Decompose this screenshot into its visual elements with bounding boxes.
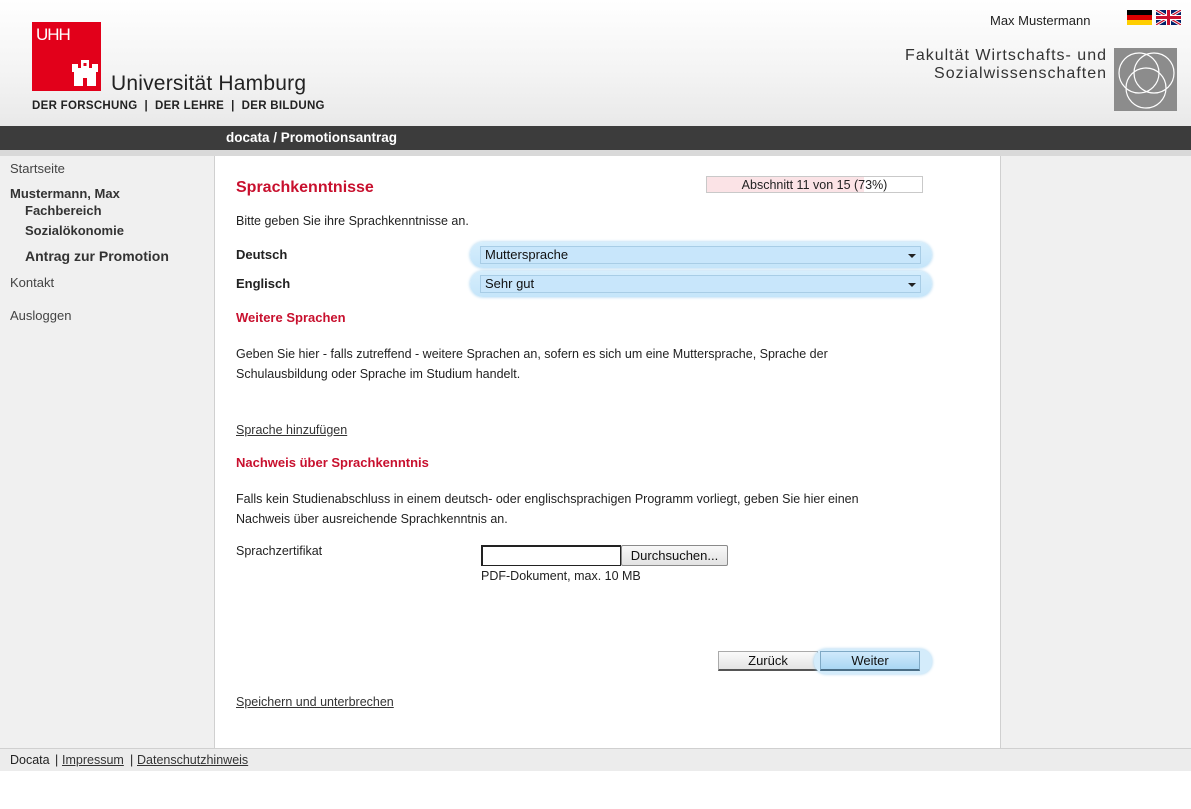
right-panel: [1000, 156, 1191, 748]
university-logo[interactable]: UHH: [32, 22, 101, 91]
sidebar-item-application[interactable]: Antrag zur Promotion: [25, 248, 169, 264]
english-level-value: Sehr gut: [485, 276, 535, 291]
sidebar-user-name: Mustermann, Max: [10, 186, 120, 201]
faculty-line-2: Sozialwissenschaften: [934, 65, 1107, 82]
footer-separator: |: [130, 753, 134, 767]
castle-icon: [72, 60, 98, 86]
certificate-label: Sprachzertifikat: [236, 544, 323, 558]
main-content: Sprachkenntnisse Abschnitt 11 von 15 (73…: [216, 156, 1000, 748]
faculty-line-1: Fakultät Wirtschafts- und: [905, 47, 1107, 64]
intro-text: Bitte geben Sie ihre Sprachkenntnisse an…: [236, 214, 469, 228]
sidebar-department: Sozialökonomie: [25, 223, 124, 238]
site-header: UHH Universität Hamburg DER FORSCHUNG | …: [0, 0, 1191, 126]
sidebar-item-logout[interactable]: Ausloggen: [10, 308, 71, 323]
section-heading-language-proof: Nachweis über Sprachkenntnis: [236, 455, 429, 470]
faculty-logo-icon[interactable]: [1114, 48, 1177, 111]
footer-separator: |: [55, 753, 59, 767]
sidebar-item-contact[interactable]: Kontakt: [10, 275, 54, 290]
next-button[interactable]: Weiter: [820, 651, 920, 671]
language-label-german: Deutsch: [236, 247, 288, 262]
footer-brand: Docata: [10, 753, 50, 767]
title-bar: docata / Promotionsantrag: [0, 126, 1191, 150]
footer-privacy-link[interactable]: Datenschutzhinweis: [137, 753, 248, 767]
chevron-down-icon: [908, 254, 916, 258]
footer: Docata | Impressum | Datenschutzhinweis: [0, 748, 1191, 771]
back-button[interactable]: Zurück: [718, 651, 818, 671]
proof-text-2: Nachweis über ausreichende Sprachkenntni…: [236, 512, 508, 526]
proof-text-1: Falls kein Studienabschluss in einem deu…: [236, 492, 859, 506]
german-level-dropdown[interactable]: Muttersprache: [480, 246, 921, 264]
sidebar-item-home[interactable]: Startseite: [10, 161, 65, 176]
certificate-file-input[interactable]: [481, 545, 621, 566]
app-title: docata / Promotionsantrag: [226, 130, 398, 145]
page-title: Sprachkenntnisse: [236, 179, 374, 196]
section-heading-more-languages: Weitere Sprachen: [236, 310, 346, 325]
footer-imprint-link[interactable]: Impressum: [62, 753, 124, 767]
german-flag-icon[interactable]: [1127, 10, 1152, 25]
save-and-pause-link[interactable]: Speichern und unterbrechen: [236, 695, 394, 709]
sidebar-department-label: Fachbereich: [25, 203, 102, 218]
browse-button[interactable]: Durchsuchen...: [621, 545, 728, 566]
faculty-name: Fakultät Wirtschafts- und Sozialwissensc…: [850, 47, 1107, 83]
university-name: Universität Hamburg: [111, 72, 307, 95]
chevron-down-icon: [908, 283, 916, 287]
english-level-dropdown[interactable]: Sehr gut: [480, 275, 921, 293]
german-level-select[interactable]: Muttersprache: [470, 242, 932, 268]
english-flag-icon[interactable]: [1156, 10, 1181, 25]
university-motto: DER FORSCHUNG | DER LEHRE | DER BILDUNG: [32, 100, 325, 112]
file-hint: PDF-Dokument, max. 10 MB: [481, 569, 641, 583]
more-languages-text-2: Schulausbildung oder Sprache im Studium …: [236, 367, 521, 381]
more-languages-text-1: Geben Sie hier - falls zutreffend - weit…: [236, 347, 828, 361]
sidebar: Startseite Mustermann, Max Fachbereich S…: [0, 156, 215, 748]
add-language-link[interactable]: Sprache hinzufügen: [236, 423, 347, 437]
progress-text: Abschnitt 11 von 15 (73%): [741, 178, 888, 192]
language-label-english: Englisch: [236, 276, 291, 291]
english-level-select[interactable]: Sehr gut: [470, 271, 932, 297]
logged-in-user: Max Mustermann: [990, 13, 1091, 28]
logo-letters: UHH: [36, 25, 71, 44]
progress-indicator: Abschnitt 11 von 15 (73%): [706, 176, 923, 193]
german-level-value: Muttersprache: [485, 247, 569, 262]
next-button-frame[interactable]: Weiter: [814, 649, 932, 674]
